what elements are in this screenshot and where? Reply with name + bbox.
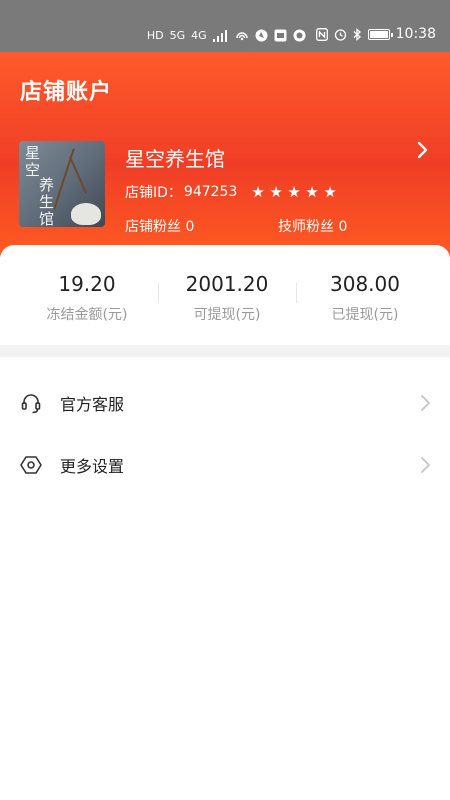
star-icon: ★	[323, 182, 337, 201]
store-id-label: 店铺ID：	[125, 185, 182, 201]
frozen-amount-label: 冻结金额(元)	[46, 307, 128, 323]
logo-branch-decoration-2	[68, 156, 88, 194]
withdrawn-stat[interactable]: 308.00 已提现(元)	[290, 245, 440, 324]
alarm-icon	[334, 28, 346, 41]
star-icon: ★	[251, 182, 265, 201]
menu-label: 官方客服	[60, 395, 125, 414]
logo-text-bottom: 养生馆	[39, 176, 55, 228]
star-icon: ★	[305, 182, 319, 201]
store-id-row: 店铺ID： 947253 ★ ★ ★ ★ ★	[125, 182, 338, 202]
technician-fans-count[interactable]: 技师粉丝 0	[278, 216, 347, 236]
logo-text-top: 星空	[25, 144, 41, 179]
store-fans-count[interactable]: 店铺粉丝 0	[125, 216, 194, 236]
headset-icon	[21, 394, 41, 414]
balance-stats-card: 19.20 冻结金额(元) 2001.20 可提现(元) 308.00 已提现(…	[0, 245, 450, 345]
frozen-amount-value: 19.20	[58, 272, 116, 296]
settings-hexagon-icon	[20, 456, 42, 474]
store-logo[interactable]: 星空 养生馆	[19, 141, 105, 227]
status-bar: HD 5G 4G 10:38	[0, 0, 450, 52]
hotspot-icon	[235, 31, 248, 40]
withdrawable-stat[interactable]: 2001.20 可提现(元)	[152, 245, 302, 324]
star-icon: ★	[269, 182, 283, 201]
app-security-icon	[293, 29, 306, 42]
page-title: 店铺账户	[20, 80, 113, 105]
menu-item-more-settings[interactable]: 更多设置	[0, 434, 450, 496]
store-rating: ★ ★ ★ ★ ★	[251, 182, 338, 201]
app-notification-icon	[255, 29, 268, 42]
battery-icon	[367, 28, 393, 40]
star-icon: ★	[287, 182, 301, 201]
network-5g-icon: 5G	[169, 29, 186, 42]
app-store-icon	[274, 29, 287, 42]
withdrawn-value: 308.00	[330, 272, 400, 296]
bluetooth-icon	[353, 27, 361, 41]
store-name: 星空养生馆	[125, 147, 225, 171]
status-left-icons: HD 5G 4G	[147, 29, 306, 42]
store-account-header: 店铺账户 星空 养生馆 星空养生馆 店铺ID： 947253 ★ ★ ★ ★ ★…	[0, 52, 450, 257]
logo-vase-decoration	[71, 203, 101, 225]
network-4g-icon: 4G	[191, 29, 207, 42]
menu-item-customer-service[interactable]: 官方客服	[0, 372, 450, 434]
chevron-right-icon	[421, 395, 430, 411]
signal-icon	[212, 29, 227, 42]
withdrawable-label: 可提现(元)	[193, 307, 261, 323]
status-right: 10:38	[315, 26, 436, 42]
chevron-right-icon[interactable]	[412, 140, 432, 160]
chevron-right-icon	[421, 457, 430, 473]
nfc-icon	[315, 27, 328, 41]
frozen-amount-stat[interactable]: 19.20 冻结金额(元)	[12, 245, 162, 324]
status-time: 10:38	[395, 26, 436, 42]
menu-label: 更多设置	[60, 457, 125, 476]
withdrawable-value: 2001.20	[185, 272, 269, 296]
section-divider	[0, 345, 450, 357]
store-id-value: 947253	[183, 184, 238, 200]
hd-icon: HD	[146, 29, 164, 42]
withdrawn-label: 已提现(元)	[331, 307, 399, 323]
